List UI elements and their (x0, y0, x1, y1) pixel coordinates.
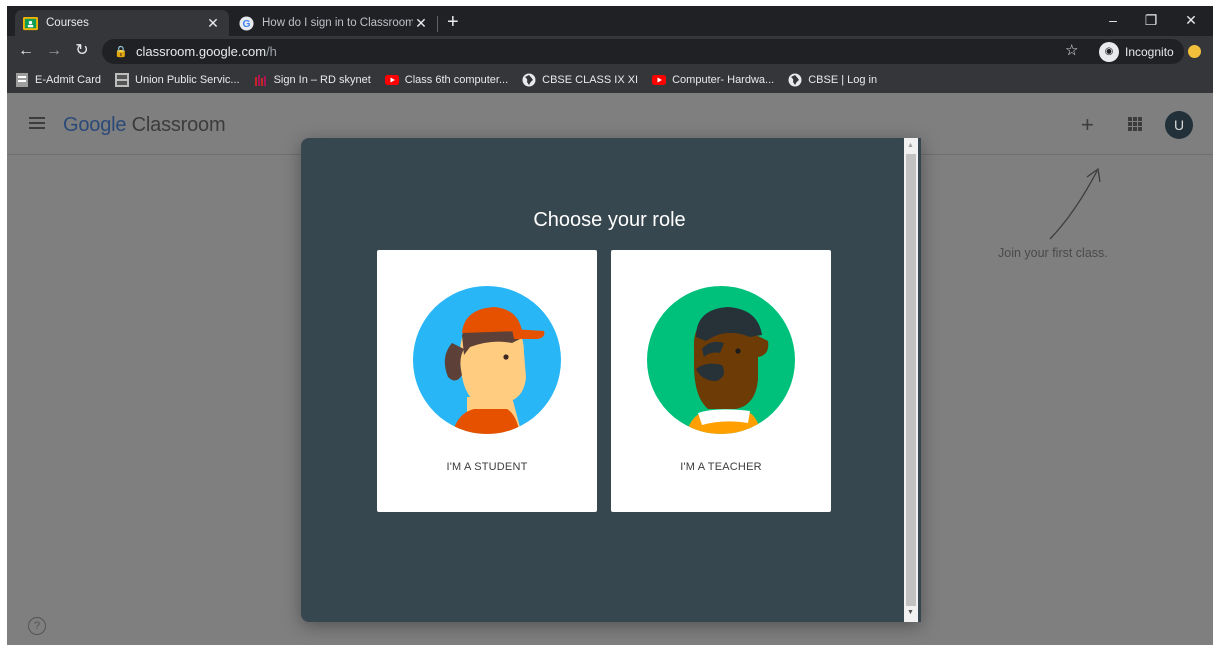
incognito-indicator[interactable]: ◉ Incognito (1097, 39, 1184, 64)
browser-toolbar: ← → ↻ 🔒 classroom.google.com/h ☆ ◉ Incog… (7, 36, 1213, 67)
logo-product: Classroom (131, 114, 226, 136)
bookmark-item[interactable]: Union Public Servic... (115, 73, 240, 87)
bookmark-label: Union Public Servic... (135, 74, 240, 86)
google-apps-icon[interactable] (1128, 117, 1142, 131)
scroll-down-icon[interactable]: ▼ (907, 609, 914, 616)
tab-courses[interactable]: Courses ✕ (15, 10, 229, 36)
bookmark-item[interactable]: Class 6th computer... (384, 73, 509, 87)
dialog-title: Choose your role (533, 209, 686, 231)
bookmark-label: CBSE CLASS IX XI (542, 74, 639, 86)
create-or-join-class-button[interactable]: + (1081, 112, 1094, 138)
svg-text:G: G (242, 19, 250, 30)
lock-icon: 🔒 (114, 46, 128, 58)
page-icon (15, 73, 29, 87)
account-avatar[interactable]: U (1165, 111, 1193, 139)
address-bar[interactable]: 🔒 classroom.google.com/h (102, 39, 1117, 64)
hint-arrow-icon (1049, 167, 1101, 240)
help-icon[interactable]: ? (28, 617, 46, 635)
google-classroom-logo[interactable]: Google Classroom (63, 114, 226, 137)
scroll-up-icon[interactable]: ▲ (907, 142, 914, 149)
bookmark-label: E-Admit Card (35, 74, 102, 86)
url-host: classroom.google.com (136, 44, 267, 59)
teacher-illustration-icon (647, 286, 795, 434)
new-tab-button[interactable]: + (447, 11, 459, 33)
teacher-role-label: I'M A TEACHER (680, 461, 762, 473)
scrollbar-thumb[interactable] (906, 154, 916, 606)
back-arrow-icon[interactable]: ← (15, 40, 37, 62)
youtube-icon (384, 73, 399, 87)
minimize-button[interactable]: – (1095, 8, 1131, 32)
bookmark-item[interactable]: Computer- Hardwa... (652, 73, 774, 87)
tab-title: Courses (46, 17, 89, 29)
logo-google: Google (63, 114, 127, 136)
bookmark-star-icon[interactable]: ☆ (1065, 41, 1078, 59)
teacher-role-card[interactable]: I'M A TEACHER (611, 250, 831, 512)
classroom-page: Google Classroom + U Join your first cla… (7, 93, 1213, 645)
bookmark-label: Sign In – RD skynet (273, 74, 371, 86)
profile-extension-icon[interactable] (1188, 45, 1201, 58)
bookmark-item[interactable]: CBSE | Log in (788, 73, 877, 87)
incognito-icon: ◉ (1099, 41, 1119, 62)
join-first-class-hint: Join your first class. (998, 246, 1108, 260)
bookmark-label: Computer- Hardwa... (672, 74, 775, 86)
tab-strip: Courses ✕ G How do I sign in to Classroo… (7, 6, 1213, 36)
window-close-button[interactable]: ✕ (1173, 8, 1209, 32)
upsc-icon (115, 73, 130, 87)
student-illustration-icon (413, 286, 561, 434)
browser-window: Courses ✕ G How do I sign in to Classroo… (7, 6, 1213, 645)
bookmark-label: CBSE | Log in (808, 74, 878, 86)
youtube-icon (652, 73, 667, 87)
tab-help-sign-in[interactable]: G How do I sign in to Classroom? - ✕ (231, 10, 437, 36)
bookmark-label: Class 6th computer... (404, 74, 509, 86)
choose-role-dialog: Choose your role I'M A STUDENT I'M A TEA… (301, 138, 921, 622)
incognito-label: Incognito (1125, 44, 1174, 59)
restore-button[interactable]: ❐ (1133, 8, 1169, 32)
student-role-card[interactable]: I'M A STUDENT (377, 250, 597, 512)
main-menu-icon[interactable] (29, 117, 45, 129)
rd-icon (254, 73, 268, 87)
tab-close-icon[interactable]: ✕ (413, 15, 429, 32)
student-role-label: I'M A STUDENT (446, 461, 528, 473)
bookmark-item[interactable]: Sign In – RD skynet (254, 73, 371, 87)
tab-close-icon[interactable]: ✕ (205, 15, 221, 32)
classroom-favicon-icon (23, 16, 38, 30)
globe-icon (522, 73, 536, 87)
globe-icon (788, 73, 802, 87)
bookmark-item[interactable]: E-Admit Card (15, 73, 101, 87)
tab-separator (437, 16, 438, 32)
google-favicon-icon: G (239, 15, 254, 31)
url-path: /h (266, 44, 277, 59)
dialog-scrollbar[interactable]: ▲ ▼ (904, 138, 918, 622)
bookmark-item[interactable]: CBSE CLASS IX XI (522, 73, 638, 87)
reload-icon[interactable]: ↻ (71, 40, 93, 62)
bookmarks-bar: E-Admit Card Union Public Servic... Sign… (7, 67, 1213, 93)
tab-title: How do I sign in to Classroom? - (262, 17, 413, 29)
forward-arrow-icon[interactable]: → (43, 40, 65, 62)
